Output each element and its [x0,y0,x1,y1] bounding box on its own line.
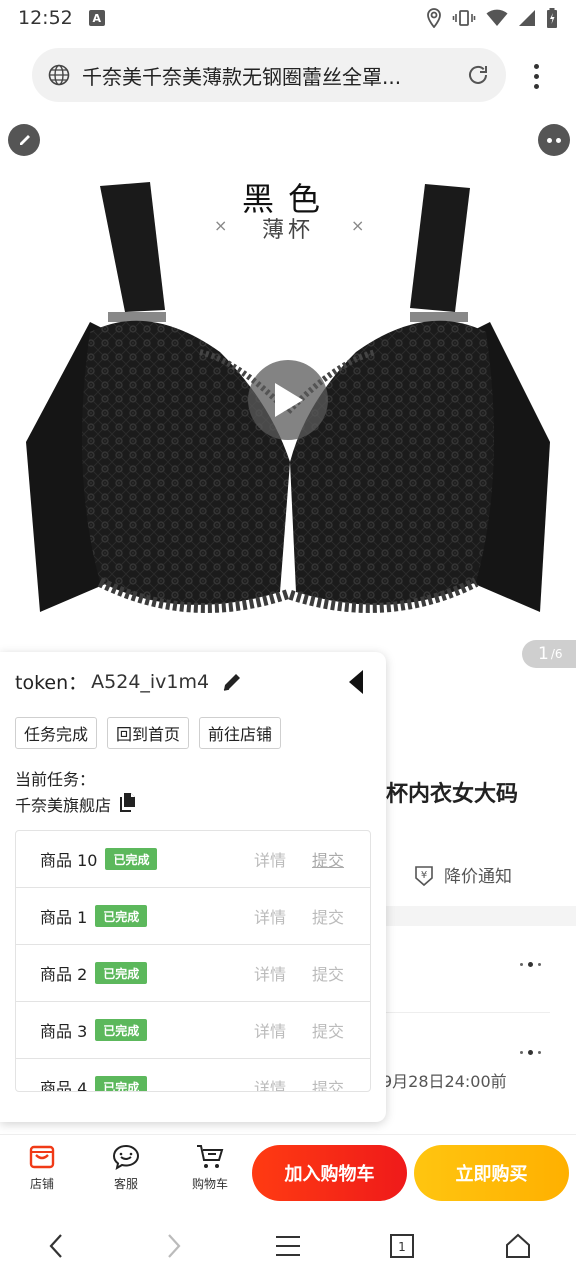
list-item: 商品 1 已完成 详情 提交 [16,888,370,945]
system-nav-bar: 1 [0,1212,576,1280]
current-task-name: 千奈美旗舰店 [15,796,112,815]
status-time: 12:52 [18,7,73,29]
nav-home-icon[interactable] [500,1228,536,1264]
current-task-label: 当前任务： [15,770,96,789]
list-item: 商品 10 已完成 详情 提交 [16,831,370,888]
svg-text:1: 1 [398,1240,406,1254]
item-name: 商品 4 [40,1079,88,1092]
service-label: 客服 [113,1177,138,1191]
bottom-action-bar: 店铺 客服 购物车 加入购物车 立即购买 [0,1134,576,1210]
cart-label: 购物车 [191,1177,228,1191]
svg-text:¥: ¥ [421,870,427,881]
status-bar: 12:52 A [0,0,576,36]
task-panel: token： A524_iv1m4 任务完成 回到首页 前往店铺 当前任务： 千… [0,652,386,1122]
reload-icon[interactable] [466,63,490,87]
battery-icon [547,8,557,28]
status-badge: 已完成 [95,1076,148,1091]
image-page-indicator: 1/6 [522,640,576,668]
item-name: 商品 3 [40,1022,88,1041]
nav-back-icon[interactable] [38,1228,74,1264]
list-item: 商品 3 已完成 详情 提交 [16,1002,370,1059]
shop-icon [29,1145,55,1169]
submit-link[interactable]: 提交 [312,1018,344,1042]
play-video-button[interactable] [248,360,328,440]
list-item: 商品 2 已完成 详情 提交 [16,945,370,1002]
keyboard-a-icon: A [88,10,105,26]
submit-link[interactable]: 提交 [312,961,344,985]
nav-menu-icon[interactable] [270,1228,306,1264]
cart-icon [197,1145,224,1168]
token-value: A524_iv1m4 [91,670,210,693]
token-row: token： A524_iv1m4 [15,668,243,695]
item-name: 商品 2 [40,965,88,984]
item-name: 商品 1 [40,908,88,927]
back-home-button[interactable]: 回到首页 [107,717,190,749]
detail-link[interactable]: 详情 [254,961,286,985]
more-icon[interactable] [538,124,570,156]
status-badge: 已完成 [95,905,148,927]
item-name: 商品 10 [40,851,98,870]
status-badge: 已完成 [95,1019,148,1041]
more-options-icon[interactable] [520,962,541,967]
play-icon [275,383,303,417]
signal-icon [519,10,535,26]
panel-actions: 任务完成 回到首页 前往店铺 [15,717,282,749]
customer-service-tab[interactable]: 客服 [96,1143,156,1192]
image-cup-label: 薄杯 [261,218,314,243]
buy-now-button[interactable]: 立即购买 [414,1145,569,1201]
product-title-fragment: 杯内衣女大码 [386,782,519,807]
location-icon [427,8,441,28]
detail-link[interactable]: 详情 [254,1075,286,1091]
status-badge: 已完成 [95,962,148,984]
price-alert-button[interactable]: ¥ 降价通知 [412,862,512,887]
image-x-mark-left: × [214,216,228,235]
nav-tabs-icon[interactable]: 1 [384,1228,420,1264]
detail-link[interactable]: 详情 [254,904,286,928]
status-badge: 已完成 [105,848,158,870]
shop-label: 店铺 [29,1177,54,1191]
price-tag-icon: ¥ [415,865,433,886]
detail-link[interactable]: 详情 [254,847,286,871]
task-complete-button[interactable]: 任务完成 [15,717,98,749]
product-task-list[interactable]: 商品 10 已完成 详情 提交 商品 1 已完成 详情 提交 商品 2 已完成 … [15,830,371,1092]
cart-tab[interactable]: 购物车 [180,1143,240,1192]
back-icon[interactable] [8,124,40,156]
image-x-mark-right: × [351,216,365,235]
add-to-cart-button[interactable]: 加入购物车 [252,1145,407,1201]
edit-icon[interactable] [221,671,243,693]
address-bar[interactable]: 千奈美千奈美薄款无钢圈蕾丝全罩... [32,48,506,102]
submit-link[interactable]: 提交 [312,1075,344,1091]
page-title[interactable]: 千奈美千奈美薄款无钢圈蕾丝全罩... [82,61,456,90]
price-alert-label: 降价通知 [444,867,512,887]
list-item: 商品 4 已完成 详情 提交 [16,1059,370,1092]
product-image-gallery[interactable]: 黑色 薄杯 × × [0,112,576,672]
copy-icon[interactable] [119,792,137,816]
more-options-icon-2[interactable] [520,1050,541,1055]
overflow-menu-icon[interactable] [522,58,550,94]
submit-link[interactable]: 提交 [312,904,344,928]
collapse-panel-icon[interactable] [346,668,366,696]
globe-icon [48,64,70,86]
delivery-date-fragment: 9月28日24:00前 [382,1072,507,1091]
nav-forward-icon[interactable] [156,1228,192,1264]
status-icons [426,8,558,28]
divider [386,1012,550,1013]
chat-icon [112,1144,140,1171]
shop-tab[interactable]: 店铺 [12,1143,72,1192]
detail-link[interactable]: 详情 [254,1018,286,1042]
vibrate-icon [452,10,476,26]
submit-link[interactable]: 提交 [312,847,344,871]
wifi-icon [486,9,508,26]
token-label: token： [15,672,88,694]
go-to-store-button[interactable]: 前往店铺 [199,717,282,749]
current-task: 千奈美旗舰店 [15,792,137,816]
